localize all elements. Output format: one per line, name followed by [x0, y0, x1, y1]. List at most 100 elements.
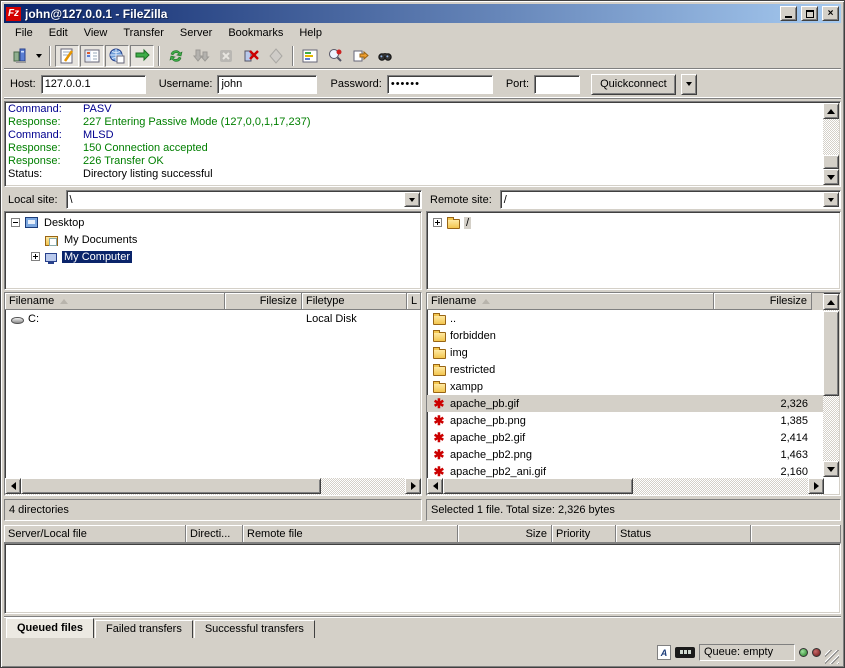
refresh-button[interactable]: [164, 45, 188, 67]
menu-item-edit[interactable]: Edit: [42, 25, 75, 41]
disconnect-button[interactable]: [239, 45, 263, 67]
local-site-combo[interactable]: \: [66, 190, 422, 209]
process-queue-button[interactable]: [189, 45, 213, 67]
remote-directory-tree[interactable]: /: [426, 211, 841, 290]
maximize-button[interactable]: [801, 6, 818, 21]
filter-button[interactable]: [298, 45, 322, 67]
remote-file-row[interactable]: restricted: [427, 361, 824, 378]
remote-file-row[interactable]: forbidden: [427, 327, 824, 344]
quickconnect-dropdown[interactable]: [681, 74, 697, 95]
expand-icon[interactable]: [433, 218, 442, 227]
remote-file-list[interactable]: FilenameFilesize .. forbiddenimgrestricte…: [426, 292, 841, 496]
close-button[interactable]: ×: [822, 6, 839, 21]
site-manager-button[interactable]: [8, 45, 32, 67]
remote-vertical-scrollbar[interactable]: [823, 294, 839, 477]
username-input[interactable]: [217, 75, 317, 94]
menu-item-view[interactable]: View: [77, 25, 115, 41]
tree-item[interactable]: My Computer: [5, 248, 421, 265]
menu-item-help[interactable]: Help: [292, 25, 329, 41]
tab-queued-files[interactable]: Queued files: [6, 618, 94, 638]
directory-comparison-button[interactable]: [323, 45, 347, 67]
data-type-indicator-icon[interactable]: A: [657, 645, 671, 660]
column-header-filename[interactable]: Filename: [427, 293, 714, 310]
column-header-filetype[interactable]: Filetype: [302, 293, 407, 310]
synchronized-browsing-button[interactable]: [348, 45, 372, 67]
resize-grip[interactable]: [825, 650, 839, 664]
minimize-button[interactable]: [780, 6, 797, 21]
toggle-remote-tree-button[interactable]: [105, 45, 129, 67]
menu-item-bookmarks[interactable]: Bookmarks: [221, 25, 290, 41]
queue-body[interactable]: [4, 543, 841, 614]
queue-column-header[interactable]: Directi...: [186, 525, 243, 543]
scroll-up-button[interactable]: [823, 103, 839, 119]
scrollbar-thumb[interactable]: [21, 478, 321, 494]
tree-item[interactable]: My Documents: [5, 231, 421, 248]
remote-site-dropdown[interactable]: [823, 192, 839, 207]
port-input[interactable]: [534, 75, 580, 94]
column-header-filesize[interactable]: Filesize: [714, 293, 812, 310]
scrollbar-thumb[interactable]: [823, 311, 839, 396]
tab-successful-transfers[interactable]: Successful transfers: [194, 620, 315, 638]
speed-limit-indicator-icon[interactable]: [675, 647, 695, 658]
scroll-left-button[interactable]: [5, 478, 21, 494]
queue-column-header[interactable]: Remote file: [243, 525, 458, 543]
scroll-right-button[interactable]: [405, 478, 421, 494]
remote-file-row[interactable]: ✱apache_pb2_ani.gif2,160: [427, 463, 824, 478]
queue-column-header[interactable]: Priority: [552, 525, 616, 543]
toggle-local-tree-button[interactable]: [80, 45, 104, 67]
tab-failed-transfers[interactable]: Failed transfers: [95, 620, 193, 638]
local-site-dropdown[interactable]: [404, 192, 420, 207]
scroll-down-button[interactable]: [823, 169, 839, 185]
menu-item-transfer[interactable]: Transfer: [116, 25, 171, 41]
scroll-down-button[interactable]: [823, 461, 839, 477]
find-files-button[interactable]: [373, 45, 397, 67]
remote-horizontal-scrollbar[interactable]: [427, 478, 824, 495]
remote-file-row[interactable]: ✱apache_pb2.png1,463: [427, 446, 824, 463]
remote-file-row[interactable]: img: [427, 344, 824, 361]
site-manager-dropdown[interactable]: [33, 45, 45, 67]
scroll-up-button[interactable]: [823, 294, 839, 310]
password-input[interactable]: [387, 75, 493, 94]
menu-item-file[interactable]: File: [8, 25, 40, 41]
queue-column-header[interactable]: Size: [458, 525, 552, 543]
scrollbar-thumb[interactable]: [443, 478, 633, 494]
file-name: ..: [450, 313, 456, 325]
remote-file-row[interactable]: ✱apache_pb2.gif2,414: [427, 429, 824, 446]
message-log[interactable]: Command:PASVResponse:227 Entering Passiv…: [4, 101, 841, 187]
menu-item-server[interactable]: Server: [173, 25, 219, 41]
scrollbar-thumb[interactable]: [823, 155, 839, 169]
file-name-cell: C:: [5, 312, 225, 325]
local-site-value: \: [67, 194, 403, 206]
host-input[interactable]: [41, 75, 146, 94]
activity-led-green: [799, 648, 808, 657]
expand-icon[interactable]: [31, 252, 40, 261]
port-label: Port:: [506, 78, 529, 90]
toggle-message-log-button[interactable]: [55, 45, 79, 67]
reconnect-button[interactable]: [264, 45, 288, 67]
local-horizontal-scrollbar[interactable]: [5, 478, 421, 495]
collapse-icon[interactable]: [11, 218, 20, 227]
local-tree-icon: [83, 47, 101, 65]
cancel-operation-button[interactable]: [214, 45, 238, 67]
remote-file-row[interactable]: ✱apache_pb.png1,385: [427, 412, 824, 429]
toggle-transfer-queue-button[interactable]: [130, 45, 154, 67]
scroll-right-button[interactable]: [808, 478, 824, 494]
queue-column-header[interactable]: Server/Local file: [4, 525, 186, 543]
remote-file-row[interactable]: ✱apache_pb.gif2,326: [427, 395, 824, 412]
tree-item[interactable]: /: [427, 214, 840, 231]
local-file-list[interactable]: FilenameFilesizeFiletypeL C:Local Disk: [4, 292, 422, 496]
column-header-l[interactable]: L: [407, 293, 421, 310]
log-vertical-scrollbar[interactable]: [823, 103, 839, 185]
column-header-filename[interactable]: Filename: [5, 293, 225, 310]
remote-file-row[interactable]: ..: [427, 310, 824, 327]
remote-site-combo[interactable]: /: [500, 190, 841, 209]
local-directory-tree[interactable]: DesktopMy DocumentsMy Computer: [4, 211, 422, 290]
scroll-left-button[interactable]: [427, 478, 443, 494]
column-header-filesize[interactable]: Filesize: [225, 293, 302, 310]
tree-item-label: /: [464, 217, 471, 229]
tree-item[interactable]: Desktop: [5, 214, 421, 231]
queue-column-header[interactable]: Status: [616, 525, 751, 543]
local-file-row[interactable]: C:Local Disk: [5, 310, 421, 327]
quickconnect-button[interactable]: Quickconnect: [591, 74, 676, 95]
remote-file-row[interactable]: xampp: [427, 378, 824, 395]
